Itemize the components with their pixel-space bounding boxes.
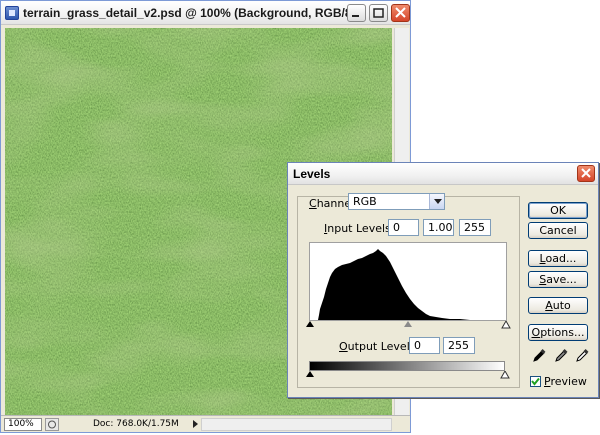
output-white-field[interactable]: 255 bbox=[443, 337, 475, 354]
input-white-field[interactable]: 255 bbox=[459, 219, 491, 236]
histogram-graph bbox=[318, 249, 470, 320]
status-info-icon[interactable] bbox=[45, 418, 59, 431]
output-white-slider[interactable] bbox=[500, 371, 510, 379]
close-button[interactable] bbox=[391, 4, 410, 22]
cancel-button[interactable]: Cancel bbox=[528, 222, 588, 239]
input-gamma-slider[interactable] bbox=[404, 321, 412, 327]
load-button[interactable]: Load... bbox=[528, 250, 588, 267]
histogram-shape bbox=[318, 249, 470, 320]
close-icon bbox=[581, 168, 591, 178]
checkmark-icon bbox=[531, 377, 540, 386]
status-bar: 100% Doc: 768.0K/1.75M bbox=[1, 415, 410, 432]
input-white-slider[interactable] bbox=[501, 321, 511, 329]
levels-title: Levels bbox=[293, 167, 331, 181]
input-black-slider[interactable] bbox=[306, 321, 314, 327]
levels-close-button[interactable] bbox=[577, 165, 595, 182]
document-title: terrain_grass_detail_v2.psd @ 100% (Back… bbox=[23, 6, 363, 20]
preview-checkbox[interactable] bbox=[530, 376, 541, 387]
zoom-level-field[interactable]: 100% bbox=[4, 418, 42, 431]
output-gradient-bar bbox=[309, 361, 505, 371]
document-size-info: Doc: 768.0K/1.75M bbox=[93, 419, 179, 429]
minimize-button[interactable] bbox=[347, 4, 366, 22]
options-button[interactable]: Options... bbox=[528, 324, 588, 341]
white-point-eyedropper-icon[interactable] bbox=[574, 349, 589, 364]
horizontal-scrollbar[interactable] bbox=[201, 418, 392, 431]
minimize-icon bbox=[352, 15, 359, 17]
maximize-button[interactable] bbox=[369, 4, 388, 22]
document-icon bbox=[5, 6, 19, 20]
output-black-slider[interactable] bbox=[306, 371, 314, 377]
input-black-field[interactable]: 0 bbox=[388, 219, 419, 236]
save-button[interactable]: Save... bbox=[528, 271, 588, 288]
document-titlebar[interactable]: terrain_grass_detail_v2.psd @ 100% (Back… bbox=[1, 1, 410, 25]
close-icon bbox=[395, 7, 406, 18]
black-point-eyedropper-icon[interactable] bbox=[531, 349, 546, 364]
output-black-field[interactable]: 0 bbox=[409, 337, 440, 354]
input-levels-label: Input Levels: bbox=[324, 222, 395, 235]
auto-button[interactable]: Auto bbox=[528, 297, 588, 314]
channel-select[interactable]: RGB bbox=[348, 193, 445, 210]
gray-point-eyedropper-icon[interactable] bbox=[553, 349, 568, 364]
channel-select-value: RGB bbox=[353, 195, 377, 208]
maximize-icon bbox=[373, 8, 384, 18]
levels-dialog: Levels Channel: RGB Input Levels: 0 1.00… bbox=[287, 162, 599, 398]
status-menu-arrow-icon[interactable] bbox=[193, 420, 198, 428]
chevron-down-icon[interactable] bbox=[429, 194, 444, 209]
ok-button[interactable]: OK bbox=[528, 202, 588, 219]
output-levels-label: Output Levels: bbox=[339, 340, 420, 353]
preview-label: Preview bbox=[544, 375, 587, 388]
input-gamma-field[interactable]: 1.00 bbox=[423, 219, 454, 236]
histogram bbox=[309, 242, 507, 321]
levels-titlebar[interactable]: Levels bbox=[288, 163, 598, 185]
